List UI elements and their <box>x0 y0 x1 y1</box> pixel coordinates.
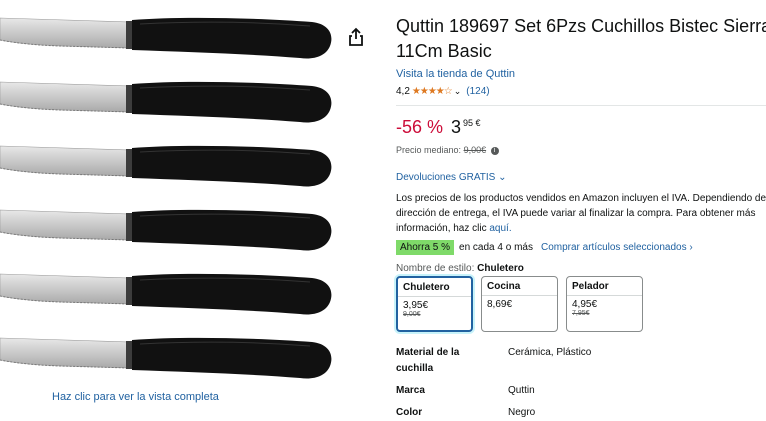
style-selected-value: Chuletero <box>477 263 524 274</box>
attribute-key: Material de la cuchilla <box>396 347 460 374</box>
attribute-value: Cerámica, Plástico <box>508 347 592 358</box>
free-returns-label[interactable]: Devoluciones GRATIS <box>396 172 495 183</box>
product-image[interactable] <box>0 0 350 390</box>
price-block: -56 % 3 95 € <box>396 116 481 138</box>
savings-badge: Ahorra 5 % <box>396 240 455 255</box>
chevron-down-icon[interactable]: ⌄ <box>498 172 506 183</box>
style-option-chuletero[interactable]: Chuletero 3,95€ 9,00€ <box>396 276 473 332</box>
vat-line3: información, haz clic aquí. <box>396 221 766 236</box>
info-icon[interactable]: i <box>490 146 499 155</box>
savings-row: Ahorra 5 % en cada 4 o más Comprar artíc… <box>396 240 693 255</box>
style-option-old-price: 9,00€ <box>403 311 421 318</box>
store-link[interactable]: Visita la tienda de Quttin <box>396 68 515 80</box>
divider <box>396 105 766 106</box>
free-returns-link[interactable]: Devoluciones GRATIS ⌄ <box>396 172 506 183</box>
vat-line3-text: información, haz clic <box>396 223 490 234</box>
median-price-value: 9,00€ <box>463 145 487 155</box>
style-option-name: Chuletero <box>398 278 471 297</box>
price-fraction: 95 € <box>463 118 481 128</box>
style-option-price: 3,95€ <box>403 300 429 311</box>
discount-percentage: -56 % <box>396 117 444 137</box>
knife-shape <box>0 17 332 59</box>
product-title-line2: 11Cm Basic <box>396 41 492 61</box>
view-full-link[interactable]: Haz clic para ver la vista completa <box>52 391 219 403</box>
product-title-line1: Quttin 189697 Set 6Pzs Cuchillos Bistec … <box>396 16 766 36</box>
buy-selected-label[interactable]: Comprar artículos seleccionados <box>541 242 687 253</box>
rating-summary[interactable]: 4,2 ★★★★☆ ⌄ (124) <box>396 86 490 97</box>
style-option-name: Pelador <box>567 277 642 296</box>
median-price: Precio mediano: 9,00€ i <box>396 145 499 155</box>
style-option-price: 8,69€ <box>487 299 513 310</box>
vat-line1: Los precios de los productos vendidos en… <box>396 193 766 204</box>
style-option-cocina[interactable]: Cocina 8,69€ <box>481 276 558 332</box>
style-option-old-price: 7,95€ <box>572 310 590 317</box>
savings-condition: en cada 4 o más <box>459 242 533 253</box>
chevron-down-icon[interactable]: ⌄ <box>454 86 462 97</box>
median-price-label: Precio mediano: <box>396 145 462 155</box>
attribute-key: Marca <box>396 385 425 396</box>
chevron-right-icon[interactable]: › <box>689 242 692 253</box>
style-name-label: Nombre de estilo: Chuletero <box>396 263 524 274</box>
star-rating-icon[interactable]: ★★★★☆ <box>412 86 453 97</box>
product-title: Quttin 189697 Set 6Pzs Cuchillos Bistec … <box>396 14 766 64</box>
style-option-name: Cocina <box>482 277 557 296</box>
vat-notice: Los precios de los productos vendidos en… <box>396 191 766 236</box>
attribute-value: Quttin <box>508 385 535 396</box>
product-image-gallery[interactable]: Haz clic para ver la vista completa <box>0 0 350 410</box>
attribute-key: Color <box>396 407 423 418</box>
price-whole: 3 <box>451 117 462 137</box>
rating-count-link[interactable]: (124) <box>466 86 489 97</box>
attribute-value: Negro <box>508 407 536 418</box>
style-option-pelador[interactable]: Pelador 4,95€ 7,95€ <box>566 276 643 332</box>
share-icon[interactable] <box>347 27 365 47</box>
style-option-price: 4,95€ <box>572 299 598 310</box>
vat-here-link[interactable]: aquí. <box>489 223 511 234</box>
buy-selected-link[interactable]: Comprar artículos seleccionados › <box>541 242 693 253</box>
style-options: Chuletero 3,95€ 9,00€ Cocina 8,69€ Pelad… <box>396 276 643 332</box>
vat-line2: dirección de entrega, el IVA puede varia… <box>396 208 756 219</box>
rating-value: 4,2 <box>396 86 410 97</box>
style-label-text: Nombre de estilo: <box>396 263 475 274</box>
